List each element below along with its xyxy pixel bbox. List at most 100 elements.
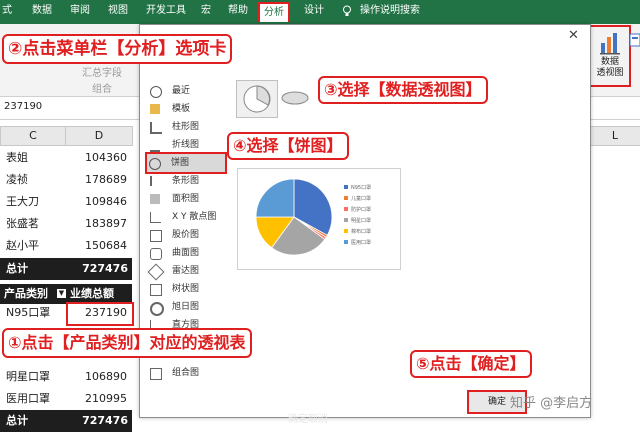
pivot-chart-icon: [600, 33, 620, 55]
chart-type-label: 最近: [172, 86, 191, 96]
chart-type-label: 股价图: [172, 230, 200, 240]
area-chart-icon: [150, 194, 160, 204]
highlighted-cell[interactable]: [66, 302, 134, 326]
chart-type-bar[interactable]: 条形图: [148, 172, 228, 190]
tab-data[interactable]: 数据: [32, 4, 52, 18]
faint-dialog-buttons[interactable]: 确定取消: [288, 410, 328, 425]
callout-step1: ①点击【产品类别】对应的透视表: [2, 328, 252, 358]
lightbulb-icon: [343, 5, 351, 16]
row-value[interactable]: 183897: [57, 213, 127, 235]
column-header-l[interactable]: L: [589, 126, 640, 146]
chart-type-label: 组合图: [172, 368, 200, 378]
pie-chart-icon: [149, 158, 161, 170]
ribbon-tab-bar: 式 数据 审阅 视图 开发工具 宏 帮助 分析 设计 操作说明搜索: [0, 0, 640, 24]
combo-chart-icon: [150, 368, 162, 380]
faint-ribbon-label[interactable]: 汇总字段: [82, 64, 122, 79]
recommended-pivot-icon[interactable]: [628, 30, 640, 80]
column-header-d[interactable]: D: [65, 126, 133, 146]
row-name[interactable]: 凌祯: [6, 169, 28, 191]
row-value[interactable]: 104360: [57, 147, 127, 169]
chart-type-label: 旭日图: [172, 302, 200, 312]
legend-swatch: [344, 218, 348, 222]
pivot-row-value[interactable]: 210995: [57, 388, 127, 410]
chart-preview[interactable]: N95口罩 儿童口罩 防护口罩 明星口罩 棉布口罩 医用口罩: [237, 168, 401, 270]
chart-type-label: 面积图: [172, 194, 200, 204]
pie-2d-icon: [243, 85, 271, 113]
close-icon[interactable]: ✕: [568, 28, 579, 43]
total-value: 727476: [82, 262, 128, 275]
callout-step2: ②点击菜单栏【分析】选项卡: [2, 34, 233, 64]
row-name[interactable]: 表姐: [6, 147, 28, 169]
callout-text: ⑤点击【确定】: [416, 354, 526, 373]
folder-icon: [150, 104, 160, 114]
tab-view[interactable]: 视图: [108, 4, 128, 18]
callout-step4: ④选择【饼图】: [227, 132, 349, 160]
row-value[interactable]: 109846: [57, 191, 127, 213]
pie-preview: N95口罩儿童口罩防护口罩明星口罩棉布口罩医用口罩: [255, 178, 371, 256]
group-label: 组合: [92, 84, 112, 95]
pivot-row-name[interactable]: 明星口罩: [6, 366, 50, 388]
pie-subtype-3d[interactable]: [280, 86, 310, 110]
chart-type-label: 曲面图: [172, 248, 200, 258]
scatter-chart-icon: [150, 212, 161, 223]
pivot-chart-button[interactable]: 数据 透视图: [589, 25, 631, 87]
callout-step5: ⑤点击【确定】: [410, 350, 532, 378]
chart-type-area[interactable]: 面积图: [148, 190, 228, 208]
filter-dropdown-icon[interactable]: ▼: [57, 289, 66, 298]
chart-type-recent[interactable]: 最近: [148, 82, 228, 100]
pivot-total-row[interactable]: 总计 727476: [0, 410, 132, 432]
chart-type-label: 树状图: [172, 284, 200, 294]
chart-type-pie[interactable]: 饼图: [145, 152, 227, 174]
chart-type-surface[interactable]: 曲面图: [148, 244, 228, 262]
pivot-row-value[interactable]: 106890: [57, 366, 127, 388]
tab-macro[interactable]: 宏: [201, 4, 211, 18]
chart-type-treemap[interactable]: 树状图: [148, 280, 228, 298]
legend-swatch: [344, 240, 348, 244]
pivot-row-name[interactable]: 医用口罩: [6, 388, 50, 410]
callout-text: ④选择【饼图】: [233, 136, 343, 155]
chart-type-label: 条形图: [172, 176, 200, 186]
pie-slice: [255, 178, 295, 218]
watermark: 知乎 @李启方: [510, 396, 593, 411]
total-value: 727476: [82, 414, 128, 427]
sunburst-chart-icon: [150, 302, 164, 316]
row-value[interactable]: 178689: [57, 169, 127, 191]
column-chart-icon: [150, 122, 162, 134]
tab-developer[interactable]: 开发工具: [146, 4, 186, 18]
tab-design[interactable]: 设计: [304, 4, 324, 18]
legend-swatch: [344, 185, 348, 189]
chart-type-stock[interactable]: 股价图: [148, 226, 228, 244]
row-name[interactable]: 王大刀: [6, 191, 39, 213]
row-name[interactable]: 张盛茗: [6, 213, 39, 235]
row-name[interactable]: 赵小平: [6, 235, 39, 257]
legend-label: 儿童口罩: [351, 195, 371, 202]
treemap-chart-icon: [150, 284, 162, 296]
formula-value: 237190: [4, 101, 43, 112]
legend-swatch: [344, 207, 348, 211]
tell-me-search[interactable]: 操作说明搜索: [360, 4, 420, 18]
legend-label: N95口罩: [351, 185, 371, 191]
row-value[interactable]: 150684: [57, 235, 127, 257]
chart-type-label: 饼图: [171, 158, 190, 168]
chart-type-label: X Y 散点图: [172, 212, 217, 222]
chart-type-label: 模板: [172, 104, 191, 114]
legend-label: 防护口罩: [351, 206, 371, 213]
chart-type-sunburst[interactable]: 旭日图: [148, 298, 228, 316]
total-row[interactable]: 总计 727476: [0, 258, 132, 280]
chart-type-scatter[interactable]: X Y 散点图: [148, 208, 228, 226]
chart-type-radar[interactable]: 雷达图: [147, 262, 228, 281]
tab-help[interactable]: 帮助: [228, 4, 248, 18]
tab-analyze[interactable]: 分析: [258, 2, 290, 22]
chart-type-template[interactable]: 模板: [148, 100, 228, 118]
surface-chart-icon: [150, 248, 162, 260]
chart-type-combo[interactable]: 组合图: [148, 364, 228, 382]
pivot-row-name[interactable]: N95口罩: [6, 302, 50, 324]
column-header-c[interactable]: C: [0, 126, 66, 146]
bar-chart-icon: [150, 176, 162, 186]
pivot-header-row[interactable]: 产品类别 ▼ 业绩总额: [0, 284, 132, 304]
pie-subtype-2d[interactable]: [236, 80, 278, 118]
tab-review[interactable]: 审阅: [70, 4, 90, 18]
chart-type-label: 柱形图: [172, 122, 200, 132]
tab-formula[interactable]: 式: [2, 4, 12, 18]
chart-type-column[interactable]: 柱形图: [148, 118, 228, 136]
